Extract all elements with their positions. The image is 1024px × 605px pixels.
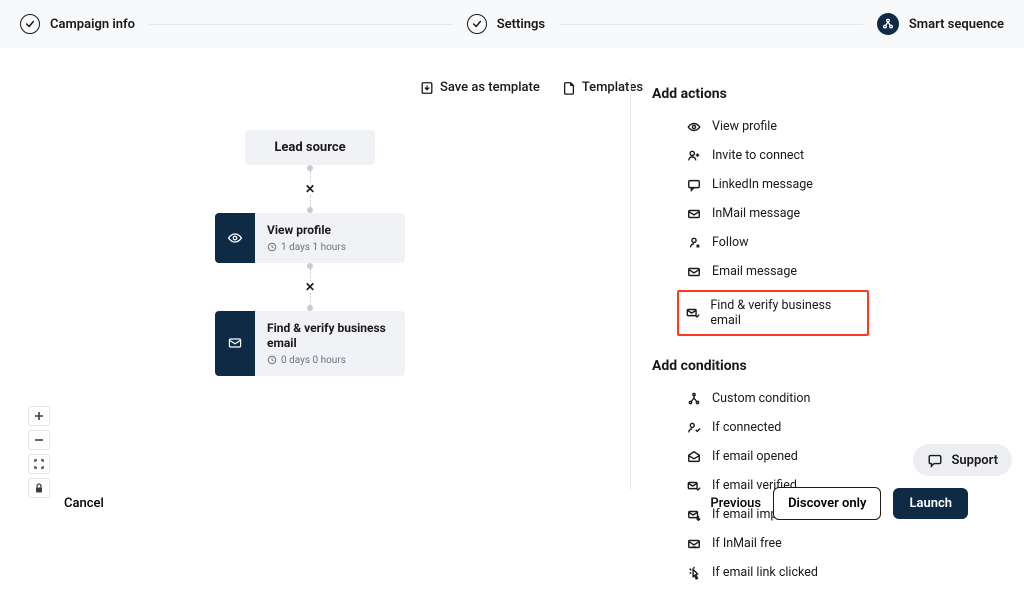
launch-button[interactable]: Launch xyxy=(893,488,968,519)
sequence-step-view-profile[interactable]: View profile 1 days 1 hours xyxy=(215,213,405,263)
save-as-template-button[interactable]: Save as template xyxy=(420,80,540,95)
branch-icon xyxy=(686,392,702,406)
email-icon xyxy=(686,265,702,279)
action-label: Invite to connect xyxy=(712,148,804,163)
actions-list: View profile Invite to connect LinkedIn … xyxy=(680,116,994,336)
action-label: Follow xyxy=(712,235,749,250)
vertical-divider xyxy=(630,78,631,490)
step-label: Settings xyxy=(497,17,545,32)
step-delay: 0 days 0 hours xyxy=(267,355,393,366)
lead-source-label: Lead source xyxy=(274,140,345,155)
chat-icon xyxy=(927,452,943,468)
condition-custom[interactable]: Custom condition xyxy=(680,388,994,409)
condition-label: Custom condition xyxy=(712,391,810,406)
discover-only-button[interactable]: Discover only xyxy=(773,487,881,520)
action-label: InMail message xyxy=(712,206,800,221)
inmail-free-icon xyxy=(686,537,702,551)
close-icon[interactable]: ✕ xyxy=(305,183,315,195)
conditions-list: Custom condition If connected If email o… xyxy=(680,388,994,583)
action-invite-to-connect[interactable]: Invite to connect xyxy=(680,145,994,166)
condition-if-email-link-clicked[interactable]: If email link clicked xyxy=(680,562,994,583)
action-email-message[interactable]: Email message xyxy=(680,261,994,282)
step-divider xyxy=(559,24,863,25)
check-icon xyxy=(20,14,40,34)
document-icon xyxy=(562,81,576,95)
connector: ✕ xyxy=(180,263,440,311)
action-view-profile[interactable]: View profile xyxy=(680,116,994,137)
sequence-icon xyxy=(877,13,899,35)
action-label: Find & verify business email xyxy=(710,298,859,328)
sidebar: Add actions View profile Invite to conne… xyxy=(652,86,994,605)
clock-icon xyxy=(267,355,277,365)
message-icon xyxy=(686,178,702,192)
person-check-icon xyxy=(686,421,702,435)
add-conditions-heading: Add conditions xyxy=(652,358,994,374)
condition-label: If InMail free xyxy=(712,536,782,551)
previous-button[interactable]: Previous xyxy=(710,496,761,511)
check-icon xyxy=(467,14,487,34)
follow-icon xyxy=(686,236,702,250)
step-label: Campaign info xyxy=(50,17,135,32)
action-label: LinkedIn message xyxy=(712,177,813,192)
footer: Cancel Previous Discover only Launch xyxy=(0,487,1024,520)
zoom-out-button[interactable] xyxy=(28,430,50,450)
action-inmail-message[interactable]: InMail message xyxy=(680,203,994,224)
action-find-verify-business-email[interactable]: Find & verify business email xyxy=(677,290,869,336)
close-icon[interactable]: ✕ xyxy=(305,281,315,293)
step-title: Find & verify business email xyxy=(267,321,393,352)
support-label: Support xyxy=(951,453,998,468)
condition-if-connected[interactable]: If connected xyxy=(680,417,994,438)
email-open-icon xyxy=(686,450,702,464)
add-actions-heading: Add actions xyxy=(652,86,994,102)
step-delay: 1 days 1 hours xyxy=(267,242,393,253)
link-click-icon xyxy=(686,566,702,580)
templates-label: Templates xyxy=(582,80,643,95)
save-icon xyxy=(420,81,434,95)
clock-icon xyxy=(267,242,277,252)
eye-icon xyxy=(686,120,702,134)
step-settings[interactable]: Settings xyxy=(467,14,545,34)
canvas-toolbar: Save as template Templates xyxy=(420,80,643,95)
action-label: Email message xyxy=(712,264,797,279)
step-smart-sequence[interactable]: Smart sequence xyxy=(877,13,1004,35)
person-plus-icon xyxy=(686,149,702,163)
step-label: Smart sequence xyxy=(909,17,1004,32)
action-linkedin-message[interactable]: LinkedIn message xyxy=(680,174,994,195)
step-divider xyxy=(149,24,453,25)
email-check-icon xyxy=(685,306,700,320)
connector: ✕ xyxy=(180,165,440,213)
step-title: View profile xyxy=(267,223,393,239)
action-label: View profile xyxy=(712,119,777,134)
zoom-in-button[interactable] xyxy=(28,406,50,426)
support-button[interactable]: Support xyxy=(913,444,1012,476)
zoom-fit-button[interactable] xyxy=(28,454,50,474)
save-as-template-label: Save as template xyxy=(440,80,540,95)
action-follow[interactable]: Follow xyxy=(680,232,994,253)
lead-source-node[interactable]: Lead source xyxy=(245,130,375,165)
condition-label: If connected xyxy=(712,420,781,435)
condition-if-inmail-free[interactable]: If InMail free xyxy=(680,533,994,554)
sequence-step-find-verify-email[interactable]: Find & verify business email 0 days 0 ho… xyxy=(215,311,405,376)
condition-label: If email link clicked xyxy=(712,565,818,580)
email-icon xyxy=(215,311,255,376)
cancel-button[interactable]: Cancel xyxy=(64,496,104,511)
condition-label: If email opened xyxy=(712,449,798,464)
inmail-icon xyxy=(686,207,702,221)
step-campaign-info[interactable]: Campaign info xyxy=(20,14,135,34)
eye-icon xyxy=(215,213,255,263)
sequence-canvas[interactable]: Lead source ✕ View profile 1 days 1 hour… xyxy=(180,130,440,376)
progress-stepper: Campaign info Settings Smart sequence xyxy=(0,0,1024,48)
zoom-controls xyxy=(28,406,50,498)
